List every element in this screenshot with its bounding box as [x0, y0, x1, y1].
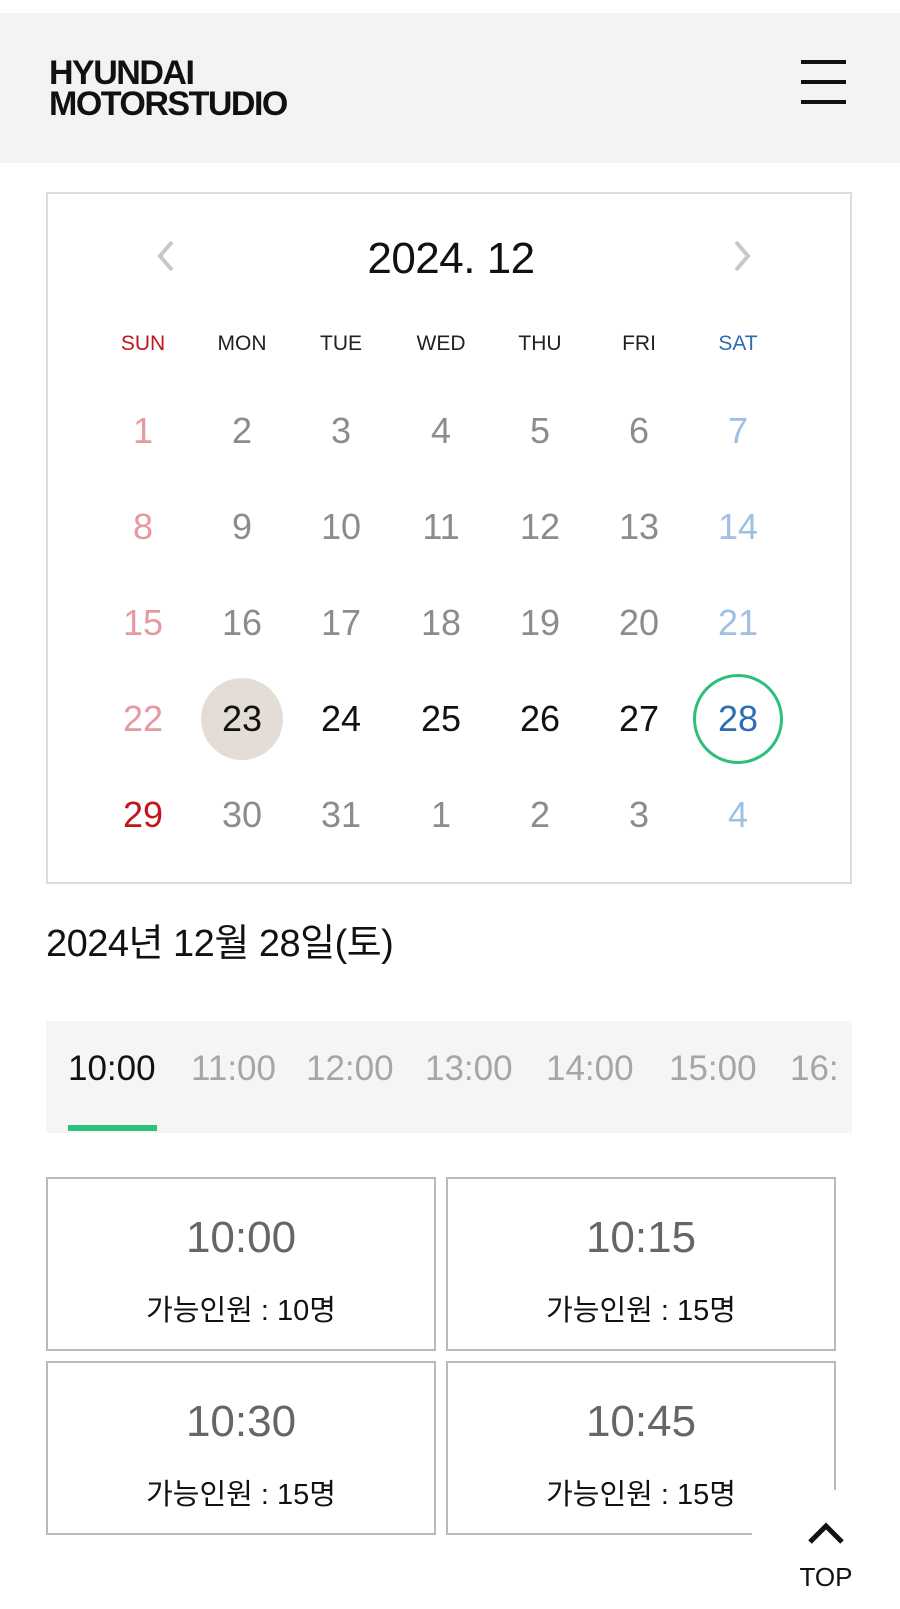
calendar-day: 10: [320, 506, 362, 547]
calendar-day: 11: [422, 506, 460, 547]
tab-13-00[interactable]: 13:00: [425, 1049, 513, 1089]
calendar-day: 1: [430, 794, 452, 835]
slot-time: 10:45: [585, 1397, 697, 1446]
calendar-day: 17: [320, 602, 362, 643]
calendar-day: 3: [330, 410, 352, 451]
time-tab-bar: 10:00 11:00 12:00 13:00 14:00 15:00 16:: [46, 1021, 852, 1133]
calendar-day: 2: [231, 410, 253, 451]
weekday-mon: MON: [217, 332, 267, 355]
calendar-day: 30: [221, 794, 263, 835]
slot-time: 10:00: [185, 1213, 297, 1262]
slot-time: 10:15: [585, 1213, 697, 1262]
site-header: HYUNDAI MOTORSTUDIO: [0, 13, 900, 163]
active-tab-indicator: [68, 1125, 157, 1131]
tab-10-00[interactable]: 10:00: [68, 1049, 156, 1089]
calendar-day: 2: [529, 794, 551, 835]
calendar-day[interactable]: 25: [396, 674, 486, 764]
tab-12-00[interactable]: 12:00: [306, 1049, 394, 1089]
calendar-day[interactable]: 26: [495, 674, 585, 764]
calendar-day: 5: [529, 410, 551, 451]
calendar-day: 14: [717, 506, 759, 547]
selected-date-heading: 2024년 12월 28일(토): [46, 923, 394, 965]
weekday-wed: WED: [416, 332, 466, 355]
scroll-top-label: TOP: [799, 1562, 853, 1592]
brand-logo[interactable]: HYUNDAI MOTORSTUDIO: [49, 56, 288, 123]
calendar-day: 20: [618, 602, 660, 643]
calendar-day: 3: [628, 794, 650, 835]
menu-icon[interactable]: [801, 60, 846, 104]
chevron-right-icon[interactable]: [728, 236, 758, 276]
calendar-day: 1: [132, 410, 154, 451]
calendar-day: 8: [132, 506, 154, 547]
calendar-day: 12: [519, 506, 561, 547]
calendar-day: 19: [519, 602, 561, 643]
weekday-sun: SUN: [120, 332, 166, 355]
time-slot-card[interactable]: 10:00 가능인원 : 10명: [46, 1177, 436, 1351]
weekday-tue: TUE: [320, 332, 362, 355]
calendar-day[interactable]: 24: [296, 674, 386, 764]
calendar-day: 31: [320, 794, 362, 835]
tab-16-00[interactable]: 16:: [790, 1049, 839, 1089]
calendar-day: 4: [727, 794, 749, 835]
scroll-top-button[interactable]: TOP: [752, 1490, 900, 1609]
calendar-day: 16: [221, 602, 263, 643]
calendar-day-selected[interactable]: 28: [693, 674, 783, 764]
logo-line-2: MOTORSTUDIO: [49, 85, 288, 123]
weekday-thu: THU: [518, 332, 562, 355]
slot-capacity: 가능인원 : 15명: [546, 1295, 736, 1327]
calendar-day: 4: [430, 410, 452, 451]
time-slot-card[interactable]: 10:30 가능인원 : 15명: [46, 1361, 436, 1535]
tab-15-00[interactable]: 15:00: [669, 1049, 757, 1089]
calendar-day: 7: [727, 410, 749, 451]
calendar-day: 22: [122, 698, 164, 739]
slot-time: 10:30: [185, 1397, 297, 1446]
calendar: 2024. 12 SUN MON TUE WED THU FRI SAT 1 2…: [46, 192, 852, 884]
calendar-day[interactable]: 27: [594, 674, 684, 764]
tab-14-00[interactable]: 14:00: [546, 1049, 634, 1089]
calendar-day: 9: [231, 506, 253, 547]
calendar-day: 13: [618, 506, 660, 547]
calendar-day: 18: [420, 602, 462, 643]
tab-11-00[interactable]: 11:00: [191, 1049, 276, 1089]
chevron-up-icon: [808, 1522, 844, 1544]
calendar-day[interactable]: 29: [98, 770, 188, 860]
time-slot-card[interactable]: 10:15 가능인원 : 15명: [446, 1177, 836, 1351]
calendar-day-today: 23: [201, 678, 283, 760]
slot-capacity: 가능인원 : 15명: [146, 1479, 336, 1511]
calendar-day: 6: [628, 410, 650, 451]
weekday-sat: SAT: [718, 332, 758, 355]
slot-capacity: 가능인원 : 10명: [146, 1295, 336, 1327]
calendar-day: 21: [717, 602, 759, 643]
calendar-day: 15: [122, 602, 164, 643]
weekday-fri: FRI: [622, 332, 656, 355]
